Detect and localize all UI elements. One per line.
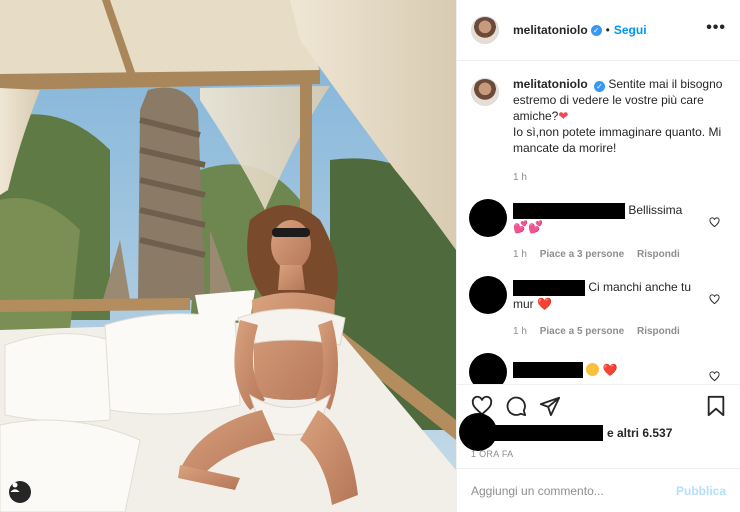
post-caption: melitatoniolo ✓ Sentite mai il bisogno e… — [471, 76, 726, 186]
caption-time[interactable]: 1 h — [513, 170, 723, 186]
verified-badge-icon: ✓ — [590, 24, 602, 36]
commenter-avatar[interactable] — [469, 352, 507, 384]
comment-bubble-icon[interactable] — [505, 395, 527, 417]
comment-emoji: ❤️ — [537, 296, 552, 311]
photo-illustration — [0, 0, 456, 512]
comment-item: Ci manchi anche tu mur ❤️ 1 h Piace a 5 … — [469, 275, 726, 340]
comment-likes[interactable]: Piace a 3 persone — [540, 249, 625, 260]
caption-text-2: Io sì,non potete immaginare quanto. Mi m… — [513, 125, 722, 155]
redacted-username — [513, 362, 583, 379]
comment-composer: Aggiungi un commento... Pubblica — [457, 468, 740, 512]
post-photo[interactable] — [0, 0, 456, 512]
like-comment-heart-icon[interactable] — [709, 294, 720, 305]
like-comment-heart-icon[interactable] — [709, 371, 720, 382]
redacted-username — [513, 202, 625, 219]
comment-text: Bellissima — [628, 203, 683, 217]
redacted-username — [513, 279, 585, 296]
reply-button[interactable]: Rispondi — [637, 326, 680, 337]
post-time-ago[interactable]: 1 ORA FA — [471, 449, 513, 459]
commenter-avatar[interactable] — [469, 199, 507, 237]
comment-meta: 1 h Piace a 5 persone Rispondi — [513, 324, 703, 340]
comments-list[interactable]: melitatoniolo ✓ Sentite mai il bisogno e… — [457, 62, 740, 384]
comment-body: Bellissima 💕💕 1 h Piace a 3 persone Risp… — [513, 199, 703, 263]
comment-emoji: 💕💕 — [513, 219, 543, 234]
verified-badge-icon: ✓ — [594, 81, 606, 92]
author-username[interactable]: melitatoniolo — [513, 23, 588, 37]
comment-body: ❤️ — [513, 353, 703, 384]
comment-item: ❤️ — [469, 352, 726, 384]
comment-time[interactable]: 1 h — [513, 326, 527, 337]
commenter-avatar[interactable] — [469, 275, 507, 314]
likes-count[interactable]: e altri 6.537 — [607, 426, 672, 440]
post-header: melitatoniolo ✓ • Segui ••• — [457, 0, 740, 61]
action-icons — [471, 395, 726, 419]
author-avatar[interactable] — [471, 16, 499, 44]
comment-input[interactable]: Aggiungi un commento... — [471, 484, 676, 498]
share-paper-plane-icon[interactable] — [539, 395, 561, 417]
caption-body: melitatoniolo ✓ Sentite mai il bisogno e… — [513, 76, 723, 186]
separator-dot: • — [605, 23, 610, 37]
like-comment-heart-icon[interactable] — [709, 217, 720, 228]
heart-eyes-emoji-icon — [586, 362, 600, 376]
comment-time[interactable]: 1 h — [513, 249, 527, 260]
comment-likes[interactable]: Piace a 5 persone — [540, 326, 625, 337]
comment-emoji: ❤️ — [602, 362, 618, 377]
post-sidebar: melitatoniolo ✓ • Segui ••• melitatoniol… — [456, 0, 740, 512]
save-bookmark-icon[interactable] — [706, 395, 726, 417]
comment-meta: 1 h Piace a 3 persone Rispondi — [513, 247, 703, 263]
caption-username[interactable]: melitatoniolo — [513, 77, 588, 91]
more-options-icon[interactable]: ••• — [706, 20, 726, 36]
post-actions: e altri 6.537 1 ORA FA — [457, 384, 740, 459]
red-heart-emoji: ❤ — [558, 109, 569, 123]
user-tag-icon[interactable] — [9, 481, 31, 503]
reply-button[interactable]: Rispondi — [637, 249, 680, 260]
redacted-liker-name — [483, 425, 603, 441]
comment-item: Bellissima 💕💕 1 h Piace a 3 persone Risp… — [469, 199, 726, 263]
caption-avatar[interactable] — [471, 78, 499, 106]
follow-button[interactable]: Segui — [614, 23, 647, 37]
publish-button[interactable]: Pubblica — [676, 484, 726, 498]
comment-body: Ci manchi anche tu mur ❤️ 1 h Piace a 5 … — [513, 276, 703, 340]
